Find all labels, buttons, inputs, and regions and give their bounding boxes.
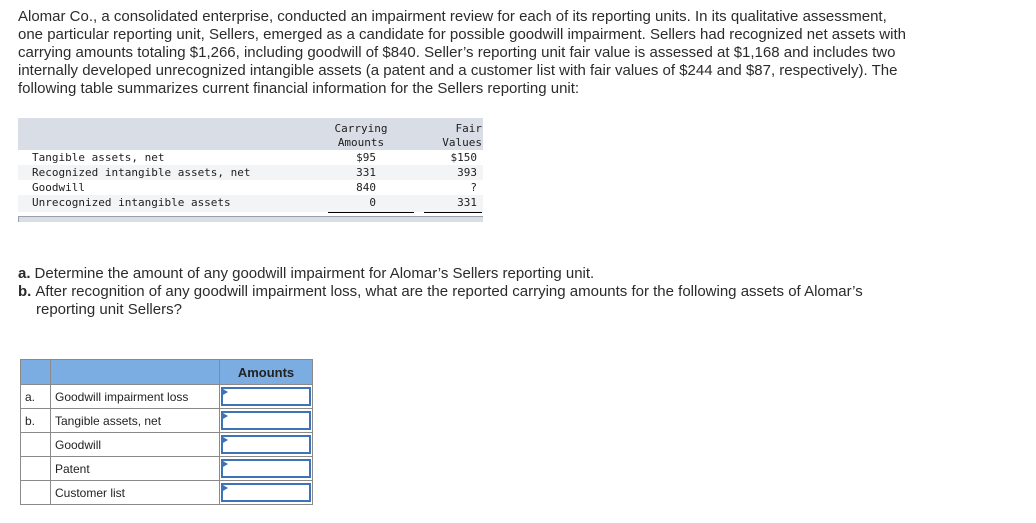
header-text: Fair — [455, 122, 483, 135]
intro-line: internally developed unrecognized intang… — [18, 62, 898, 79]
question-letter: a. — [18, 265, 31, 282]
question-b-continued: reporting unit Sellers? — [36, 301, 182, 318]
header-amounts: Amounts — [219, 359, 313, 385]
fair-value: $150 — [450, 151, 478, 164]
amount-cell — [219, 480, 313, 505]
goodwill-impairment-loss-field[interactable] — [221, 387, 311, 406]
customer-list-input[interactable] — [223, 485, 311, 500]
amount-cell — [219, 384, 313, 409]
fair-value: 331 — [457, 196, 477, 209]
intro-line: one particular reporting unit, Sellers, … — [18, 26, 906, 43]
carrying-amount: 840 — [356, 181, 376, 194]
question-text: Determine the amount of any goodwill imp… — [34, 265, 595, 282]
total-underline — [424, 212, 482, 213]
table-header: Carrying Amounts Fair Values — [18, 118, 483, 150]
amount-cell — [219, 456, 313, 481]
table-row: Unrecognized intangible assets 0 331 — [18, 195, 483, 213]
question-b: b. After recognition of any goodwill imp… — [18, 283, 1018, 301]
input-marker-icon — [223, 437, 228, 443]
header-blank — [20, 359, 51, 385]
answer-row: Goodwill — [20, 432, 313, 457]
answer-row: Patent — [20, 456, 313, 481]
tangible-assets-input[interactable] — [223, 413, 311, 428]
question-a: a. Determine the amount of any goodwill … — [18, 265, 1018, 283]
row-label: Goodwill — [32, 181, 85, 194]
patent-input[interactable] — [223, 461, 311, 476]
question-text: After recognition of any goodwill impair… — [35, 283, 863, 300]
financial-info-table: Carrying Amounts Fair Values Tangible as… — [18, 118, 483, 222]
input-marker-icon — [223, 461, 228, 467]
input-marker-icon — [223, 389, 228, 395]
header-text: Amounts — [337, 136, 385, 149]
input-marker-icon — [223, 485, 228, 491]
customer-list-field[interactable] — [221, 483, 311, 502]
total-underline — [328, 212, 414, 213]
header-fair-values: Fair Values — [424, 122, 482, 150]
row-label: Patent — [50, 456, 220, 481]
input-marker-icon — [223, 413, 228, 419]
goodwill-impairment-loss-input[interactable] — [223, 389, 311, 404]
header-blank — [50, 359, 220, 385]
goodwill-field[interactable] — [221, 435, 311, 454]
intro-line: following table summarizes current finan… — [18, 80, 580, 97]
header-text: Carrying — [334, 122, 388, 135]
row-label: Goodwill — [50, 432, 220, 457]
answer-row: b. Tangible assets, net — [20, 408, 313, 433]
table-scrollbar[interactable] — [18, 216, 483, 222]
questions: a. Determine the amount of any goodwill … — [18, 265, 1018, 319]
carrying-amount: 0 — [369, 196, 376, 209]
answer-row: a. Goodwill impairment loss — [20, 384, 313, 409]
question-letter: b. — [18, 283, 32, 300]
amount-cell — [219, 408, 313, 433]
row-letter: b. — [20, 408, 51, 433]
answer-row: Customer list — [20, 480, 313, 505]
intro-line: Alomar Co., a consolidated enterprise, c… — [18, 8, 887, 25]
table-row: Tangible assets, net $95 $150 — [18, 150, 483, 165]
answer-header-row: Amounts — [20, 359, 313, 385]
amount-cell — [219, 432, 313, 457]
row-letter: a. — [20, 384, 51, 409]
tangible-assets-field[interactable] — [221, 411, 311, 430]
row-label: Unrecognized intangible assets — [32, 196, 231, 209]
row-label: Customer list — [50, 480, 220, 505]
row-letter — [20, 432, 51, 457]
row-label: Tangible assets, net — [32, 151, 165, 164]
row-label: Goodwill impairment loss — [50, 384, 220, 409]
row-letter — [20, 480, 51, 505]
row-letter — [20, 456, 51, 481]
row-label: Tangible assets, net — [50, 408, 220, 433]
fair-value: ? — [470, 181, 477, 194]
table-row: Recognized intangible assets, net 331 39… — [18, 165, 483, 180]
answer-table: Amounts a. Goodwill impairment loss b. T… — [20, 359, 313, 505]
header-carrying-amounts: Carrying Amounts — [308, 122, 414, 150]
problem-intro: Alomar Co., a consolidated enterprise, c… — [18, 8, 1018, 98]
fair-value: 393 — [457, 166, 477, 179]
intro-line: carrying amounts totaling $1,266, includ… — [18, 44, 896, 61]
row-label: Recognized intangible assets, net — [32, 166, 251, 179]
carrying-amount: $95 — [356, 151, 376, 164]
patent-field[interactable] — [221, 459, 311, 478]
table-row: Goodwill 840 ? — [18, 180, 483, 195]
goodwill-input[interactable] — [223, 437, 311, 452]
carrying-amount: 331 — [356, 166, 376, 179]
header-text: Values — [442, 136, 482, 149]
